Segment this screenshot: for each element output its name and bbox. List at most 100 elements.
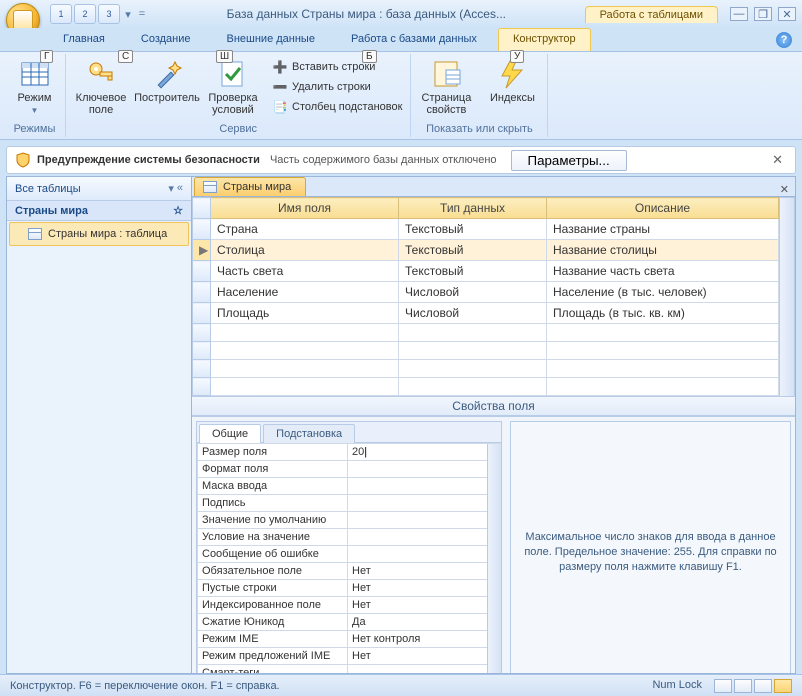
- nav-group-header[interactable]: Страны мира☆: [7, 201, 191, 221]
- tab-database-tools[interactable]: Работа с базами данных: [336, 28, 492, 51]
- col-field-name[interactable]: Имя поля: [211, 198, 399, 219]
- qat-button-3[interactable]: 3: [98, 4, 120, 24]
- cell-description[interactable]: Название столицы: [547, 240, 779, 261]
- property-value[interactable]: [348, 512, 501, 529]
- vertical-scrollbar[interactable]: [779, 197, 795, 397]
- restore-button[interactable]: ❐: [754, 7, 772, 21]
- property-row[interactable]: Режим предложений IMEНет: [198, 648, 501, 665]
- delete-rows-button[interactable]: ➖Удалить строки: [270, 78, 404, 96]
- validation-button[interactable]: Проверка условий: [204, 56, 262, 118]
- property-value[interactable]: Нет: [348, 597, 501, 614]
- property-value[interactable]: 20|: [348, 444, 501, 461]
- property-row[interactable]: Обязательное полеНет: [198, 563, 501, 580]
- property-value[interactable]: [348, 665, 501, 675]
- table-row[interactable]: Часть светаТекстовыйНазвание часть света: [193, 261, 779, 282]
- property-row[interactable]: Формат поля: [198, 461, 501, 478]
- view-design-button[interactable]: [774, 679, 792, 693]
- cell-description[interactable]: [547, 324, 779, 342]
- cell-field-name[interactable]: [211, 378, 399, 396]
- cell-data-type[interactable]: [399, 324, 547, 342]
- property-value[interactable]: Нет: [348, 580, 501, 597]
- property-row[interactable]: Подпись: [198, 495, 501, 512]
- cell-description[interactable]: [547, 378, 779, 396]
- cell-field-name[interactable]: Население: [211, 282, 399, 303]
- cell-field-name[interactable]: Страна: [211, 219, 399, 240]
- collapse-icon[interactable]: «: [177, 182, 183, 195]
- property-row[interactable]: Режим IMEНет контроля: [198, 631, 501, 648]
- qat-button-2[interactable]: 2: [74, 4, 96, 24]
- close-tab-icon[interactable]: ✕: [774, 183, 795, 196]
- property-row[interactable]: Сообщение об ошибке: [198, 546, 501, 563]
- property-row[interactable]: Сжатие ЮникодДа: [198, 614, 501, 631]
- cell-data-type[interactable]: Числовой: [399, 282, 547, 303]
- cell-field-name[interactable]: [211, 324, 399, 342]
- document-tab[interactable]: Страны мира: [194, 177, 306, 196]
- cell-description[interactable]: Население (в тыс. человек): [547, 282, 779, 303]
- cell-description[interactable]: Название страны: [547, 219, 779, 240]
- row-selector[interactable]: [193, 303, 211, 324]
- row-selector[interactable]: ▶: [193, 240, 211, 261]
- property-grid[interactable]: Размер поля20|Формат поляМаска вводаПодп…: [197, 443, 501, 674]
- view-pivottable-button[interactable]: [734, 679, 752, 693]
- property-value[interactable]: Нет контроля: [348, 631, 501, 648]
- property-value[interactable]: Нет: [348, 648, 501, 665]
- builder-button[interactable]: Построитель: [138, 56, 196, 106]
- property-row[interactable]: Пустые строкиНет: [198, 580, 501, 597]
- property-value[interactable]: Да: [348, 614, 501, 631]
- table-row[interactable]: ▶СтолицаТекстовыйНазвание столицы: [193, 240, 779, 261]
- property-row[interactable]: Условие на значение: [198, 529, 501, 546]
- property-row[interactable]: Маска ввода: [198, 478, 501, 495]
- qat-customize-icon[interactable]: ▾: [122, 4, 134, 24]
- cell-description[interactable]: [547, 342, 779, 360]
- minimize-button[interactable]: —: [730, 7, 748, 21]
- col-data-type[interactable]: Тип данных: [399, 198, 547, 219]
- tab-home[interactable]: Главная: [48, 28, 120, 51]
- row-selector[interactable]: [193, 219, 211, 240]
- property-value[interactable]: [348, 546, 501, 563]
- row-selector[interactable]: [193, 360, 211, 378]
- cell-data-type[interactable]: [399, 360, 547, 378]
- view-datasheet-button[interactable]: [714, 679, 732, 693]
- property-value[interactable]: [348, 461, 501, 478]
- property-value[interactable]: Нет: [348, 563, 501, 580]
- row-selector[interactable]: [193, 282, 211, 303]
- indexes-button[interactable]: Индексы: [483, 56, 541, 106]
- cell-data-type[interactable]: Текстовый: [399, 261, 547, 282]
- cell-data-type[interactable]: [399, 378, 547, 396]
- table-row[interactable]: [193, 324, 779, 342]
- col-description[interactable]: Описание: [547, 198, 779, 219]
- vertical-scrollbar[interactable]: [487, 444, 501, 674]
- cell-field-name[interactable]: [211, 360, 399, 378]
- table-row[interactable]: [193, 378, 779, 396]
- tab-create[interactable]: Создание: [126, 28, 206, 51]
- nav-item-table[interactable]: Страны мира : таблица: [9, 222, 189, 246]
- cell-field-name[interactable]: Площадь: [211, 303, 399, 324]
- prop-tab-lookup[interactable]: Подстановка: [263, 424, 355, 443]
- property-value[interactable]: [348, 495, 501, 512]
- cell-field-name[interactable]: Столица: [211, 240, 399, 261]
- cell-field-name[interactable]: [211, 342, 399, 360]
- chevron-down-icon[interactable]: ▾: [168, 182, 174, 195]
- cell-description[interactable]: [547, 360, 779, 378]
- insert-rows-button[interactable]: ➕Вставить строки: [270, 58, 404, 76]
- view-pivotchart-button[interactable]: [754, 679, 772, 693]
- qat-button-1[interactable]: 1: [50, 4, 72, 24]
- tab-design[interactable]: Конструктор: [498, 28, 591, 51]
- field-grid[interactable]: Имя поля Тип данных Описание СтранаТекст…: [192, 197, 779, 397]
- close-icon[interactable]: ✕: [768, 152, 787, 168]
- property-row[interactable]: Индексированное полеНет: [198, 597, 501, 614]
- row-selector[interactable]: [193, 342, 211, 360]
- cell-data-type[interactable]: Текстовый: [399, 219, 547, 240]
- lookup-column-button[interactable]: 📑Столбец подстановок: [270, 98, 404, 116]
- row-selector[interactable]: [193, 261, 211, 282]
- close-button[interactable]: ✕: [778, 7, 796, 21]
- help-icon[interactable]: ?: [776, 32, 792, 48]
- cell-description[interactable]: Название часть света: [547, 261, 779, 282]
- table-row[interactable]: НаселениеЧисловойНаселение (в тыс. челов…: [193, 282, 779, 303]
- property-value[interactable]: [348, 478, 501, 495]
- view-mode-button[interactable]: Режим▼: [10, 56, 59, 119]
- property-row[interactable]: Значение по умолчанию: [198, 512, 501, 529]
- row-selector[interactable]: [193, 324, 211, 342]
- property-value[interactable]: [348, 529, 501, 546]
- table-row[interactable]: СтранаТекстовыйНазвание страны: [193, 219, 779, 240]
